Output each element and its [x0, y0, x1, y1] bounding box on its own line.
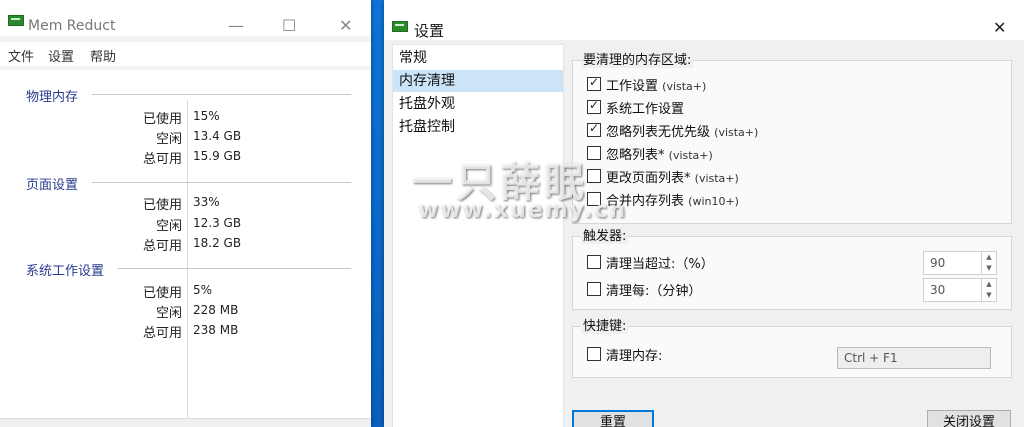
- memory-info-list: 物理内存 已使用 15% 空闲 13.4 GB 总可用 15.9 GB 页面设置…: [0, 70, 371, 427]
- row-value: 33%: [193, 195, 220, 209]
- spinbox-value: 30: [930, 283, 946, 297]
- row-key: 总可用: [142, 152, 182, 167]
- row-value: 15%: [193, 109, 220, 123]
- nav-item-tray-control[interactable]: 托盘控制: [393, 116, 563, 138]
- row-value: 13.4 GB: [193, 129, 242, 143]
- nav-item-memory-cleaning[interactable]: 内存清理: [393, 70, 563, 92]
- memory-areas-title: 要清理的内存区域:: [581, 49, 694, 68]
- row-key: 空闲: [155, 132, 182, 147]
- row-value: 5%: [193, 283, 213, 297]
- area-label: 忽略列表无优先级: [606, 125, 711, 140]
- mem-reduct-window: Mem Reduct — ☐ ✕ 文件 设置 帮助 物理内存 已使用 15% 空…: [0, 0, 371, 427]
- settings-window-title: 设置: [414, 22, 445, 40]
- maximize-icon[interactable]: ☐: [282, 18, 296, 34]
- mem-window-title: Mem Reduct: [28, 18, 116, 34]
- area-suffix: (vista+): [694, 172, 739, 185]
- checkbox-icon[interactable]: [587, 98, 601, 114]
- hotkey-value: Ctrl + F1: [844, 351, 898, 365]
- minimize-icon[interactable]: —: [228, 18, 244, 34]
- trigger-label: 清理每:（分钟）: [606, 284, 702, 299]
- area-suffix: (vista+): [668, 149, 713, 162]
- hotkey-title: 快捷键:: [581, 315, 629, 334]
- trigger-title: 触发器:: [581, 225, 629, 244]
- trigger-label: 清理当超过:（%）: [606, 257, 714, 272]
- row-key: 空闲: [155, 219, 182, 234]
- row-value: 12.3 GB: [193, 216, 242, 230]
- row-key: 已使用: [142, 198, 182, 213]
- mem-reduct-app-icon: [8, 15, 24, 26]
- close-settings-button[interactable]: 关闭设置: [927, 410, 1011, 427]
- group-title-system-working-set: 系统工作设置: [26, 264, 105, 279]
- spinbox-value: 90: [930, 256, 946, 270]
- checkbox-icon[interactable]: [587, 282, 601, 296]
- checkbox-icon[interactable]: [587, 347, 601, 361]
- area-label: 工作设置: [606, 79, 659, 94]
- menu-file[interactable]: 文件: [8, 46, 34, 65]
- column-divider: [187, 100, 188, 427]
- row-value: 15.9 GB: [193, 149, 242, 163]
- settings-titlebar: 设置 ✕: [384, 0, 1024, 40]
- nav-item-general[interactable]: 常规: [393, 47, 563, 69]
- checkbox-icon[interactable]: [587, 121, 601, 137]
- row-value: 228 MB: [193, 303, 239, 317]
- close-icon[interactable]: ✕: [339, 18, 352, 34]
- menu-settings[interactable]: 设置: [48, 46, 74, 65]
- mem-menubar: 文件 设置 帮助: [0, 42, 371, 66]
- interval-spinbox[interactable]: 30 ▲ ▼: [923, 278, 997, 302]
- memory-areas-panel: 要清理的内存区域: 工作设置 (vista+) 系统工作设置 忽略列表无优先级 …: [572, 49, 1012, 224]
- row-key: 已使用: [142, 286, 182, 301]
- row-key: 空闲: [155, 306, 182, 321]
- mem-titlebar: Mem Reduct — ☐ ✕: [0, 0, 371, 36]
- area-suffix: (vista+): [714, 126, 759, 139]
- hotkey-label: 清理内存:: [606, 349, 663, 364]
- checkbox-icon[interactable]: [587, 255, 601, 269]
- hotkey-input[interactable]: Ctrl + F1: [837, 347, 991, 369]
- trigger-panel: 触发器: 清理当超过:（%） 90 ▲ ▼ 清理每:（分钟） 30 ▲ ▼: [572, 225, 1012, 310]
- area-suffix: (vista+): [662, 80, 707, 93]
- checkbox-icon[interactable]: [587, 75, 601, 91]
- checkbox-icon[interactable]: [587, 169, 601, 183]
- area-label: 更改页面列表*: [606, 171, 691, 186]
- group-divider: [92, 182, 351, 183]
- hotkey-panel: 快捷键: 清理内存: Ctrl + F1: [572, 315, 1012, 378]
- reset-button[interactable]: 重置: [572, 410, 654, 427]
- settings-body: 常规 内存清理 托盘外观 托盘控制 要清理的内存区域: 工作设置 (vista+…: [384, 40, 1024, 427]
- row-key: 总可用: [142, 239, 182, 254]
- settings-app-icon: [392, 21, 408, 32]
- settings-close-icon[interactable]: ✕: [993, 20, 1006, 36]
- settings-nav: 常规 内存清理 托盘外观 托盘控制: [392, 44, 564, 427]
- menu-help[interactable]: 帮助: [90, 46, 116, 65]
- area-label: 系统工作设置: [606, 102, 685, 117]
- spin-arrows-icon[interactable]: ▲ ▼: [981, 279, 996, 301]
- nav-item-tray-appearance[interactable]: 托盘外观: [393, 93, 563, 115]
- group-title-physical: 物理内存: [26, 90, 79, 105]
- area-label: 忽略列表*: [606, 148, 665, 163]
- watermark-url: www.xuemy.cn: [418, 198, 628, 223]
- status-bar: [0, 418, 371, 427]
- threshold-spinbox[interactable]: 90 ▲ ▼: [923, 251, 997, 275]
- area-suffix: (win10+): [688, 195, 739, 208]
- group-divider: [118, 268, 351, 269]
- group-title-page: 页面设置: [26, 178, 79, 193]
- row-key: 总可用: [142, 326, 182, 341]
- row-key: 已使用: [142, 112, 182, 127]
- row-value: 238 MB: [193, 323, 239, 337]
- checkbox-icon[interactable]: [587, 146, 601, 160]
- row-value: 18.2 GB: [193, 236, 242, 250]
- spin-arrows-icon[interactable]: ▲ ▼: [981, 252, 996, 274]
- group-divider: [92, 94, 351, 95]
